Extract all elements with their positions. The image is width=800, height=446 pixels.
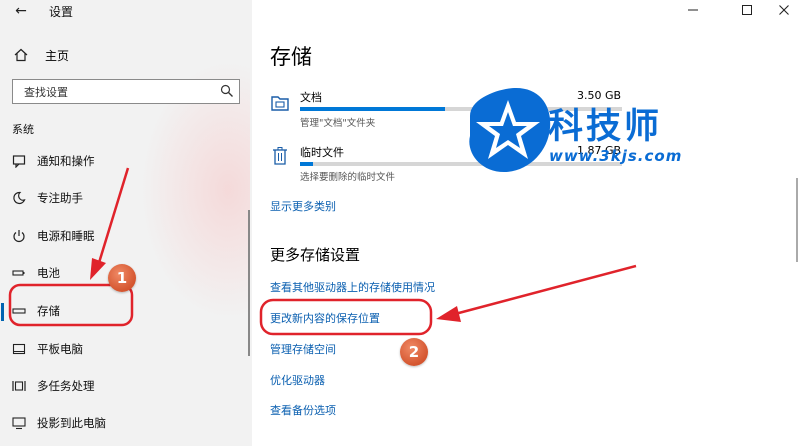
back-arrow-icon[interactable]: ←	[10, 2, 32, 20]
sidebar-item-power[interactable]: 电源和睡眠	[0, 221, 240, 251]
selected-indicator	[1, 303, 4, 321]
home-icon	[14, 48, 28, 62]
usage-bar-fill	[300, 162, 313, 166]
search-input[interactable]: 查找设置	[12, 79, 240, 104]
sidebar-item-notifications[interactable]: 通知和操作	[0, 146, 240, 176]
sidebar-item-label: 平板电脑	[37, 342, 83, 356]
category-description: 管理"文档"文件夹	[300, 118, 376, 129]
sidebar-item-label: 投影到此电脑	[37, 416, 106, 430]
view-other-drives-link[interactable]: 查看其他驱动器上的存储使用情况	[270, 279, 435, 295]
section-label: 系统	[12, 123, 34, 136]
trash-icon	[273, 147, 287, 165]
search-icon[interactable]	[220, 84, 234, 98]
manage-storage-spaces-link[interactable]: 管理存储空间	[270, 341, 336, 357]
watermark-url: www.3kjs.com	[549, 147, 683, 165]
main-scrollbar[interactable]	[796, 178, 798, 262]
sidebar-item-tablet[interactable]: 平板电脑	[0, 334, 240, 364]
view-backup-options-link[interactable]: 查看备份选项	[270, 402, 336, 418]
sidebar-item-storage[interactable]: 存储	[0, 296, 240, 326]
documents-folder-icon	[271, 96, 289, 111]
optimize-drives-link[interactable]: 优化驱动器	[270, 372, 325, 388]
project-icon	[11, 415, 27, 431]
sidebar-item-project[interactable]: 投影到此电脑	[0, 408, 240, 438]
search-placeholder: 查找设置	[24, 86, 68, 99]
annotation-badge-1: 1	[108, 264, 136, 292]
category-name: 文档	[300, 91, 322, 104]
moon-icon	[11, 190, 27, 206]
show-more-categories-link[interactable]: 显示更多类别	[270, 198, 336, 214]
sidebar-scrollbar[interactable]	[248, 210, 250, 356]
sidebar-item-home[interactable]: 主页	[14, 45, 69, 65]
settings-sidebar: ← 设置 主页 查找设置 系统 通知和操作 专注助手 电源和睡眠 电池 存储 平…	[0, 0, 252, 446]
maximize-icon[interactable]	[734, 0, 760, 20]
sidebar-item-focus-assist[interactable]: 专注助手	[0, 183, 240, 213]
multitask-icon	[11, 378, 27, 394]
storage-icon	[11, 303, 27, 319]
sidebar-item-home-label: 主页	[45, 48, 70, 63]
app-title: 设置	[49, 5, 74, 19]
arrow-2-line	[454, 264, 637, 316]
notification-icon	[11, 153, 27, 169]
sidebar-item-label: 通知和操作	[37, 154, 95, 168]
sidebar-item-label: 电池	[37, 266, 60, 280]
sidebar-item-label: 存储	[37, 304, 60, 318]
power-icon	[11, 228, 27, 244]
sidebar-item-multitasking[interactable]: 多任务处理	[0, 371, 240, 401]
battery-icon	[11, 265, 27, 281]
page-title: 存储	[270, 45, 312, 69]
arrow-2-head	[436, 306, 461, 322]
more-storage-settings-heading: 更多存储设置	[270, 246, 361, 264]
sidebar-item-label: 电源和睡眠	[37, 229, 95, 243]
minimize-icon[interactable]	[680, 0, 706, 20]
close-icon[interactable]	[771, 0, 797, 20]
sidebar-item-label: 多任务处理	[37, 379, 95, 393]
annotation-badge-2: 2	[400, 338, 428, 366]
category-description: 选择要删除的临时文件	[300, 172, 396, 183]
change-save-location-link[interactable]: 更改新内容的保存位置	[270, 310, 380, 326]
usage-bar-fill	[300, 107, 445, 111]
category-name: 临时文件	[300, 146, 344, 159]
watermark-name: 科技师	[548, 107, 663, 147]
tablet-icon	[11, 341, 27, 357]
sidebar-item-label: 专注助手	[37, 191, 83, 205]
